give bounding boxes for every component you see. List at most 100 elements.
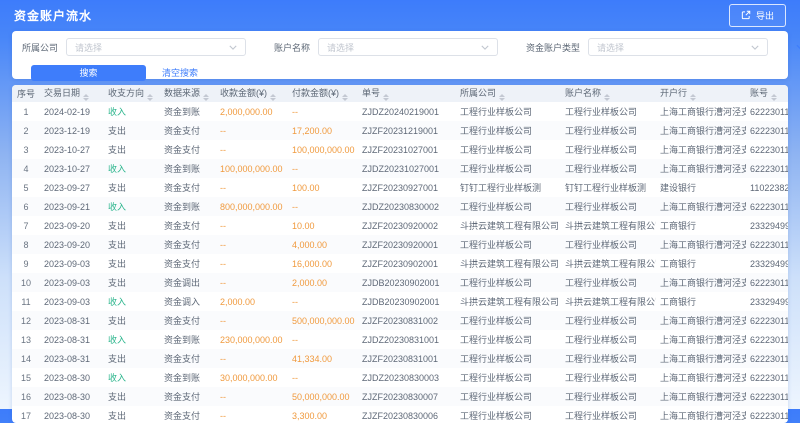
column-header-label: 单号 — [362, 88, 380, 98]
cell-date: 2023-08-31 — [40, 311, 104, 330]
table-row: 142023-08-31支出资金支付--41,334.00ZJZF2023083… — [12, 349, 788, 368]
column-header-10[interactable]: 开户行 — [656, 85, 746, 102]
cell-account-no: 622230111 — [746, 368, 788, 387]
filter-select[interactable]: 请选择 — [66, 38, 246, 56]
cell-source: 资金到账 — [160, 197, 216, 216]
sort-icon[interactable] — [383, 94, 389, 101]
export-button-label: 导出 — [756, 9, 774, 22]
cell-company: 工程行业样板公司 — [456, 311, 561, 330]
sort-icon[interactable] — [203, 94, 209, 101]
cell-direction: 收入 — [104, 292, 160, 311]
cell-order-no: ZJDZ20230830003 — [358, 368, 456, 387]
filter-select[interactable]: 请选择 — [588, 38, 768, 56]
table-row: 122023-08-31支出资金支付--500,000,000.00ZJZF20… — [12, 311, 788, 330]
cell-bank: 工商银行 — [656, 216, 746, 235]
cell-account-no: 622230111 — [746, 159, 788, 178]
cell-account-no: 622230111 — [746, 387, 788, 406]
table-row: 52023-09-27支出资金支付--100.00ZJZF20230927001… — [12, 178, 788, 197]
cell-bank: 上海工商银行漕河泾支行 — [656, 197, 746, 216]
cell-account-name: 工程行业样板公司 — [561, 235, 656, 254]
column-header-6[interactable]: 付款金额(¥) — [288, 85, 358, 102]
cell-idx: 6 — [12, 197, 40, 216]
cell-date: 2023-09-27 — [40, 178, 104, 197]
cell-date: 2023-09-03 — [40, 273, 104, 292]
cell-idx: 8 — [12, 235, 40, 254]
cell-date: 2023-08-31 — [40, 330, 104, 349]
column-header-4[interactable]: 数据来源 — [160, 85, 216, 102]
sort-icon[interactable] — [604, 94, 610, 101]
sort-icon[interactable] — [690, 94, 696, 101]
cell-idx: 1 — [12, 102, 40, 121]
cell-bank: 上海工商银行漕河泾支行 — [656, 311, 746, 330]
cell-receipt: -- — [216, 349, 288, 368]
column-header-2[interactable]: 交易日期 — [40, 85, 104, 102]
cell-idx: 10 — [12, 273, 40, 292]
cell-payment: 500,000,000.00 — [288, 311, 358, 330]
cell-source: 资金支付 — [160, 254, 216, 273]
cell-receipt: -- — [216, 121, 288, 140]
cell-bank: 上海工商银行漕河泾支行 — [656, 102, 746, 121]
cell-account-no: 622230111 — [746, 330, 788, 349]
column-header-9[interactable]: 账户名称 — [561, 85, 656, 102]
cell-account-name: 工程行业样板公司 — [561, 159, 656, 178]
column-header-7[interactable]: 单号 — [358, 85, 456, 102]
cell-account-name: 工程行业样板公司 — [561, 368, 656, 387]
cell-account-name: 斗拱云建筑工程有限公司 — [561, 292, 656, 311]
cell-order-no: ZJDZ20230831001 — [358, 330, 456, 349]
column-header-label: 所属公司 — [460, 88, 496, 98]
cell-company: 工程行业样板公司 — [456, 368, 561, 387]
cell-company: 斗拱云建筑工程有限公司 — [456, 216, 561, 235]
column-header-1: 序号 — [12, 85, 40, 102]
cell-idx: 16 — [12, 387, 40, 406]
cell-source: 资金支付 — [160, 121, 216, 140]
top-bar: 资金账户流水 导出 — [0, 0, 800, 30]
cell-source: 资金调出 — [160, 273, 216, 292]
cell-payment: -- — [288, 368, 358, 387]
filter-select[interactable]: 请选择 — [318, 38, 498, 56]
cell-source: 资金到账 — [160, 159, 216, 178]
cell-bank: 上海工商银行漕河泾支行 — [656, 387, 746, 406]
sort-icon[interactable] — [270, 94, 276, 101]
cell-direction: 支出 — [104, 254, 160, 273]
column-header-8[interactable]: 所属公司 — [456, 85, 561, 102]
cell-receipt: -- — [216, 273, 288, 292]
cell-company: 工程行业样板公司 — [456, 121, 561, 140]
page-title: 资金账户流水 — [14, 7, 92, 24]
sort-icon[interactable] — [499, 94, 505, 101]
clear-search-button[interactable]: 清空搜索 — [158, 64, 202, 81]
sort-icon[interactable] — [147, 94, 153, 101]
cell-date: 2023-09-20 — [40, 216, 104, 235]
filter-label: 账户名称 — [274, 41, 310, 54]
cell-order-no: ZJDZ20240219001 — [358, 102, 456, 121]
export-button[interactable]: 导出 — [729, 4, 786, 27]
cell-bank: 上海工商银行漕河泾支行 — [656, 159, 746, 178]
column-header-11[interactable]: 账号 — [746, 85, 788, 102]
column-header-5[interactable]: 收款金额(¥) — [216, 85, 288, 102]
cell-company: 工程行业样板公司 — [456, 140, 561, 159]
cell-company: 工程行业样板公司 — [456, 235, 561, 254]
cell-direction: 支出 — [104, 349, 160, 368]
sort-icon[interactable] — [83, 94, 89, 101]
cell-direction: 支出 — [104, 235, 160, 254]
column-header-label: 账号 — [750, 88, 768, 98]
cell-company: 斗拱云建筑工程有限公司 — [456, 292, 561, 311]
table-row: 152023-08-30收入资金到账30,000,000.00--ZJDZ202… — [12, 368, 788, 387]
cell-date: 2023-10-27 — [40, 140, 104, 159]
chevron-down-icon — [751, 45, 759, 50]
filter-actions: 搜索 清空搜索 — [22, 64, 778, 81]
table-row: 112023-09-03收入资金调入2,000.00--ZJDB20230902… — [12, 292, 788, 311]
column-header-3[interactable]: 收支方向 — [104, 85, 160, 102]
cell-direction: 收入 — [104, 368, 160, 387]
search-button[interactable]: 搜索 — [31, 65, 146, 81]
sort-icon[interactable] — [771, 94, 777, 101]
cell-bank: 工商银行 — [656, 254, 746, 273]
cell-company: 钉钉工程行业样板测 — [456, 178, 561, 197]
sort-icon[interactable] — [342, 94, 348, 101]
cell-account-no: 622230111 — [746, 140, 788, 159]
cell-payment: 2,000.00 — [288, 273, 358, 292]
cell-order-no: ZJZF20230830007 — [358, 387, 456, 406]
cell-date: 2023-09-20 — [40, 235, 104, 254]
expand-filters-link[interactable]: 展开筛选 — [796, 41, 800, 54]
cell-account-name: 工程行业样板公司 — [561, 140, 656, 159]
cell-company: 工程行业样板公司 — [456, 197, 561, 216]
